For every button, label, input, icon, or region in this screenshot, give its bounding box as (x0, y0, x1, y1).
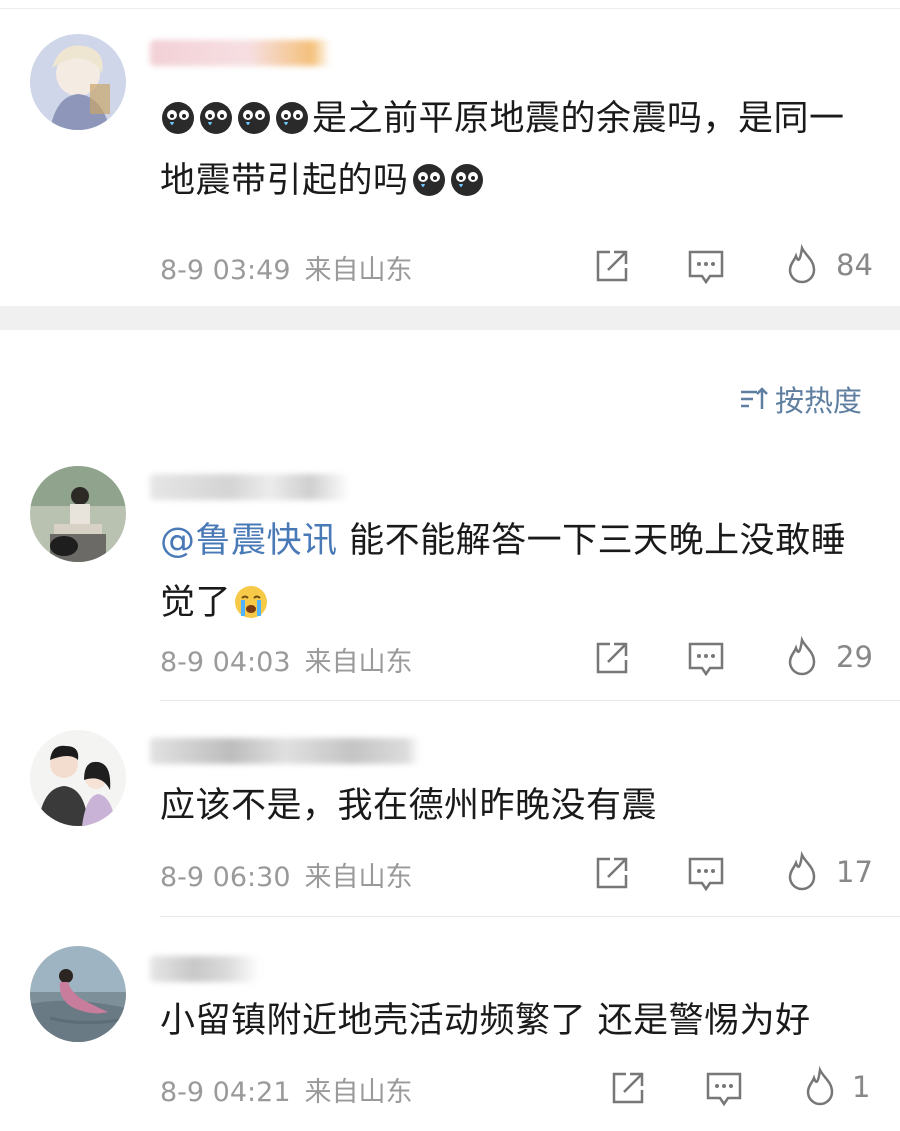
comment-date: 8-9 03:49 (160, 255, 291, 286)
loudly-crying-emoji-icon (233, 584, 269, 620)
username[interactable] (150, 956, 260, 982)
comment-text: @鲁震快讯 能不能解答一下三天晚上没敢睡觉了 (160, 510, 870, 634)
comment-text: 是之前平原地震的余震吗，是同一地震带引起的吗 (160, 88, 870, 212)
comment-text: 小留镇附近地壳活动频繁了 还是警惕为好 (160, 990, 870, 1052)
share-icon[interactable] (606, 1066, 650, 1110)
avatar[interactable] (30, 34, 126, 130)
comment-meta: 8-9 04:03 来自山东 (160, 640, 427, 679)
username[interactable] (150, 738, 420, 764)
comment-icon[interactable] (684, 244, 728, 288)
comment-divider (160, 700, 900, 701)
crying-emoji-icon (449, 162, 485, 198)
avatar[interactable] (30, 466, 126, 562)
avatar[interactable] (30, 730, 126, 826)
fire-icon[interactable] (780, 634, 824, 678)
avatar[interactable] (30, 946, 126, 1042)
like-count: 84 (836, 248, 873, 282)
crying-emoji-icon (411, 162, 447, 198)
sort-button[interactable]: 按热度 (737, 378, 862, 420)
share-icon[interactable] (590, 636, 634, 680)
comment-meta: 8-9 04:21 来自山东 (160, 1070, 427, 1109)
comment-body: 小留镇附近地壳活动频繁了 还是警惕为好 (160, 1001, 811, 1041)
like-count: 17 (836, 855, 873, 889)
comment-date: 8-9 04:21 (160, 1077, 291, 1108)
crying-emoji-icon (236, 100, 272, 136)
share-icon[interactable] (590, 851, 634, 895)
comment-body: 应该不是，我在德州昨晚没有震 (160, 786, 658, 826)
comment-icon[interactable] (684, 851, 728, 895)
comment-divider (160, 916, 900, 917)
comment-location: 来自山东 (304, 647, 413, 678)
sort-icon (737, 383, 769, 415)
fire-icon[interactable] (798, 1064, 842, 1108)
comment-meta: 8-9 06:30 来自山东 (160, 855, 427, 894)
like-count: 29 (836, 640, 873, 674)
comment-icon[interactable] (684, 636, 728, 680)
fire-icon[interactable] (780, 242, 824, 286)
sort-label: 按热度 (774, 384, 862, 418)
comment-meta: 8-9 03:49 来自山东 (160, 248, 427, 287)
comment-date: 8-9 04:03 (160, 647, 291, 678)
crying-emoji-icon (198, 100, 234, 136)
comment-location: 来自山东 (304, 862, 413, 893)
comment-icon[interactable] (702, 1066, 746, 1110)
comment-location: 来自山东 (304, 255, 413, 286)
crying-emoji-icon (274, 100, 310, 136)
fire-icon[interactable] (780, 849, 824, 893)
comment-text: 应该不是，我在德州昨晚没有震 (160, 775, 870, 837)
username[interactable] (150, 474, 350, 500)
top-divider (0, 8, 900, 9)
crying-emoji-icon (160, 100, 196, 136)
comment-location: 来自山东 (304, 1077, 413, 1108)
share-icon[interactable] (590, 244, 634, 288)
section-separator (0, 306, 900, 330)
username[interactable] (150, 40, 330, 66)
like-count: 1 (852, 1070, 871, 1104)
comment-date: 8-9 06:30 (160, 862, 291, 893)
mention-link[interactable]: @鲁震快讯 (160, 521, 338, 561)
